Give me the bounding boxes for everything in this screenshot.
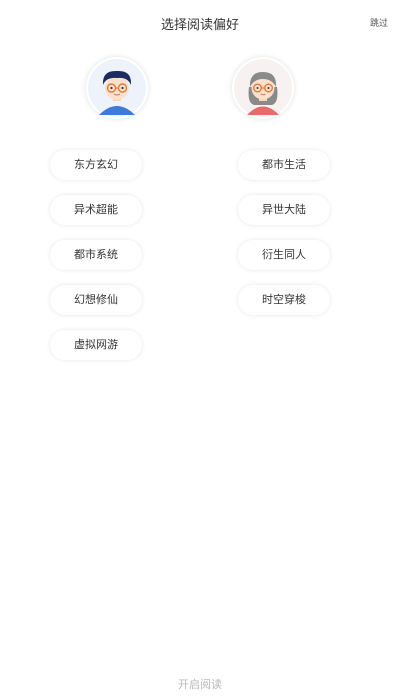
girl-avatar-button[interactable] xyxy=(232,57,294,119)
page-title: 选择阅读偏好 xyxy=(160,18,239,33)
genre-chip-yishi-dalu[interactable]: 异世大陆 xyxy=(238,195,330,225)
genre-chip-shikong-chuansuo[interactable]: 时空穿梭 xyxy=(238,285,330,315)
genre-chip-yishu-chaoneng[interactable]: 异术超能 xyxy=(50,195,142,225)
genre-chip-xuni-wangyou[interactable]: 虚拟网游 xyxy=(50,330,142,360)
genre-chip-dushi-shenghuo[interactable]: 都市生活 xyxy=(238,150,330,180)
boy-avatar-icon xyxy=(88,59,146,117)
start-reading-button[interactable]: 开启阅读 xyxy=(0,676,400,692)
boy-avatar-button[interactable] xyxy=(86,57,148,119)
girl-avatar-icon xyxy=(234,59,292,117)
skip-button[interactable]: 跳过 xyxy=(370,16,388,29)
genre-chip-dushi-xitong[interactable]: 都市系统 xyxy=(50,240,142,270)
genre-chip-dongfang-xuanhuan[interactable]: 东方玄幻 xyxy=(50,150,142,180)
genre-chip-huanxiang-xiuxian[interactable]: 幻想修仙 xyxy=(50,285,142,315)
genre-chip-yansheng-tongren[interactable]: 衍生同人 xyxy=(238,240,330,270)
